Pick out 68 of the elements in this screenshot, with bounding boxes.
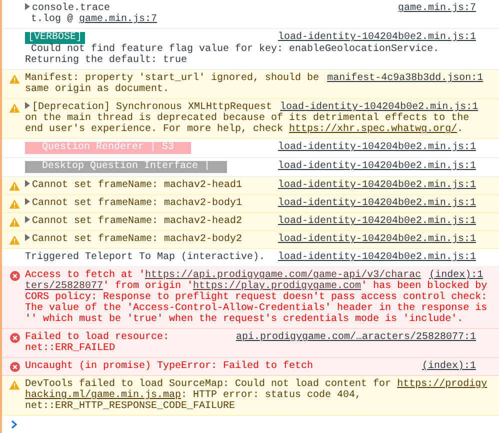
message-text: Uncaught (in promise) TypeError: Failed to fetch — [25, 361, 314, 372]
source-link[interactable]: manifest-4c9a38b3dd.json:1 — [327, 73, 484, 84]
message-text: DevTools failed to load SourceMap: Could not load content for — [25, 379, 392, 390]
source-link[interactable]: (index):1 — [422, 361, 476, 372]
source-link[interactable]: load-identity-104204b0e2.min.js:1 — [278, 32, 476, 44]
link[interactable]: https://xhr.spec.whatwg.org/ — [289, 124, 458, 135]
warning-icon — [9, 103, 20, 113]
warning-icon — [9, 181, 20, 191]
message-text: net::ERR_FAILED — [25, 343, 116, 354]
message-text: on the main thread is deprecated because of its detrimental effects to the — [25, 113, 470, 124]
source-link[interactable]: load-identity-104204b0e2.min.js:1 — [278, 142, 476, 154]
error-icon — [10, 271, 20, 281]
message-text: '' which must be 'true' when the request's credentials mode is 'include'. — [25, 314, 464, 325]
source-link[interactable]: load-identity-104204b0e2.min.js:1 — [278, 216, 476, 227]
warning-icon — [9, 217, 20, 227]
expand-triangle-icon[interactable] — [25, 216, 30, 223]
source-link[interactable]: game.min.js:7 — [398, 3, 476, 14]
message-text: Manifest: property 'start_url' ignored, should be — [25, 73, 320, 84]
link[interactable]: https://api.prodigygame.com/game-api/v3/charac — [145, 270, 422, 281]
link[interactable]: game.min.js:7 — [79, 14, 158, 25]
warning-icon — [9, 380, 20, 390]
error-icon — [10, 362, 20, 372]
prompt-icon — [11, 420, 18, 429]
message-text: console.trace — [32, 3, 110, 14]
message-text: t.log @ — [30, 14, 74, 25]
expand-triangle-icon[interactable] — [25, 198, 30, 205]
warning-icon — [9, 199, 20, 209]
link[interactable]: https://play.prodigygame.com — [193, 281, 362, 292]
source-link[interactable]: load-identity-104204b0e2.min.js:1 — [278, 161, 476, 173]
source-link[interactable]: api.prodigygame.com/…aracters/25828077:1 — [236, 332, 476, 343]
error-icon — [10, 333, 20, 343]
message-text: [Deprecation] Synchronous XMLHttpRequest — [32, 102, 272, 113]
message-text: ' from origin ' — [103, 281, 194, 292]
message-text: ' has been blocked by — [361, 281, 488, 292]
link[interactable]: https://prodigy — [397, 379, 488, 390]
expand-triangle-icon[interactable] — [25, 102, 30, 109]
message-text: Cannot set frameName: machav2-body2 — [32, 234, 242, 245]
message-text: Cannot set frameName: machav2-head1 — [32, 180, 242, 191]
expand-triangle-icon[interactable] — [25, 234, 30, 241]
message-text: net::ERR_HTTP_RESPONSE_CODE_FAILURE — [25, 401, 236, 412]
message-text: Returning the default: true — [25, 55, 188, 66]
source-link[interactable]: load-identity-104204b0e2.min.js:1 — [278, 234, 476, 245]
message-text: end user's experience. For more help, check — [25, 124, 284, 135]
message-text: Triggered Teleport To Map (interactive). — [25, 252, 266, 263]
message-text: : HTTP error: status code 404, — [181, 390, 362, 401]
source-link[interactable]: load-identity-104204b0e2.min.js:1 — [278, 252, 476, 263]
source-link[interactable]: load-identity-104204b0e2.min.js:1 — [280, 102, 478, 113]
message-text: Could not find feature flag value for key: enableGeolocationService. — [31, 44, 440, 55]
message-text: . — [457, 124, 464, 135]
styled-label: [VERBOSE] — [25, 32, 86, 44]
message-text: same origin as document. — [25, 84, 170, 95]
warning-icon — [9, 235, 20, 245]
warning-icon — [9, 74, 20, 84]
message-text: Access to fetch at ' — [25, 270, 146, 281]
link[interactable]: ters/25828077 — [25, 281, 104, 292]
message-text: Cannot set frameName: machav2-body1 — [32, 198, 242, 209]
message-text: Failed to load resource: — [25, 332, 170, 343]
expand-triangle-icon[interactable] — [25, 3, 30, 10]
message-text: Cannot set frameName: machav2-head2 — [32, 216, 242, 227]
styled-label: Desktop Question Interface | — [25, 161, 228, 173]
message-text: CORS policy: Response to preflight request doesn't pass access control check: — [25, 292, 488, 303]
source-link[interactable]: load-identity-104204b0e2.min.js:1 — [278, 198, 476, 209]
link[interactable]: hacking.ml/game.min.js.map — [25, 390, 182, 401]
source-link[interactable]: load-identity-104204b0e2.min.js:1 — [278, 180, 476, 191]
styled-label: Question Renderer | S3 — [25, 142, 192, 154]
source-link[interactable]: (index):1 — [429, 270, 484, 281]
expand-triangle-icon[interactable] — [25, 180, 30, 187]
message-text: The value of the 'Access-Control-Allow-Credentials' header in the response is — [25, 303, 488, 314]
